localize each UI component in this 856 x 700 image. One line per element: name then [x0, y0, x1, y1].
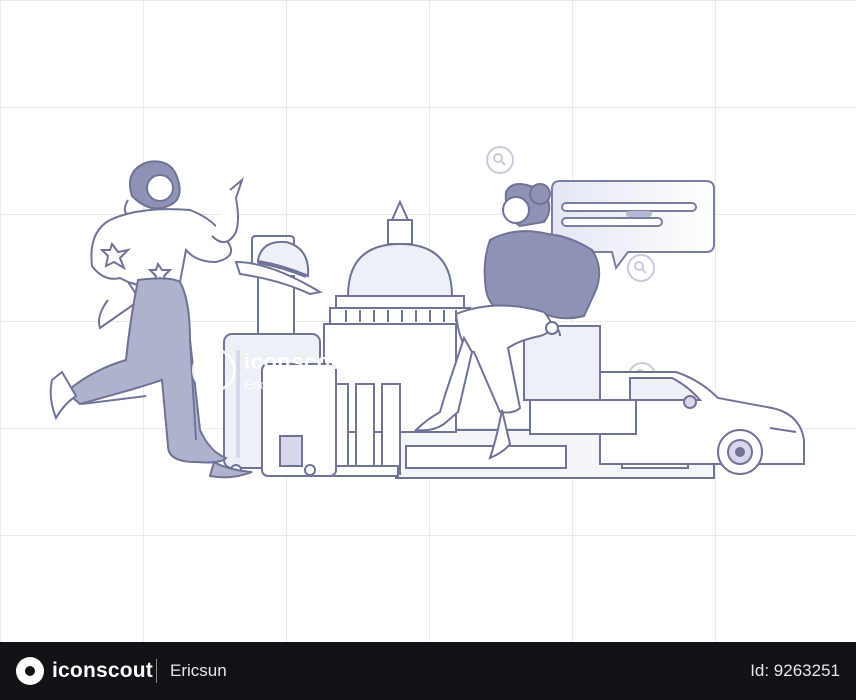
- footer-brand[interactable]: iconscout: [52, 659, 153, 683]
- footer-author[interactable]: Ericsun: [170, 661, 227, 681]
- watermark: iconscout Ericsun: [192, 348, 352, 392]
- travel-illustration: [49, 146, 805, 479]
- watermark-brand: iconscout: [244, 348, 353, 374]
- iconscout-logo-icon: [192, 348, 236, 392]
- magnifier-icon: [486, 146, 514, 174]
- illustration-canvas: iconscout Ericsun: [0, 0, 856, 642]
- walking-woman: [49, 160, 253, 479]
- footer-asset-id: Id: 9263251: [750, 661, 840, 680]
- footer-divider: [156, 659, 157, 683]
- magnifier-icon: [627, 254, 655, 282]
- footer-bar: iconscout Ericsun Id: 9263251: [0, 642, 856, 700]
- watermark-author: Ericsun: [244, 376, 288, 392]
- iconscout-logo-icon[interactable]: [16, 657, 44, 685]
